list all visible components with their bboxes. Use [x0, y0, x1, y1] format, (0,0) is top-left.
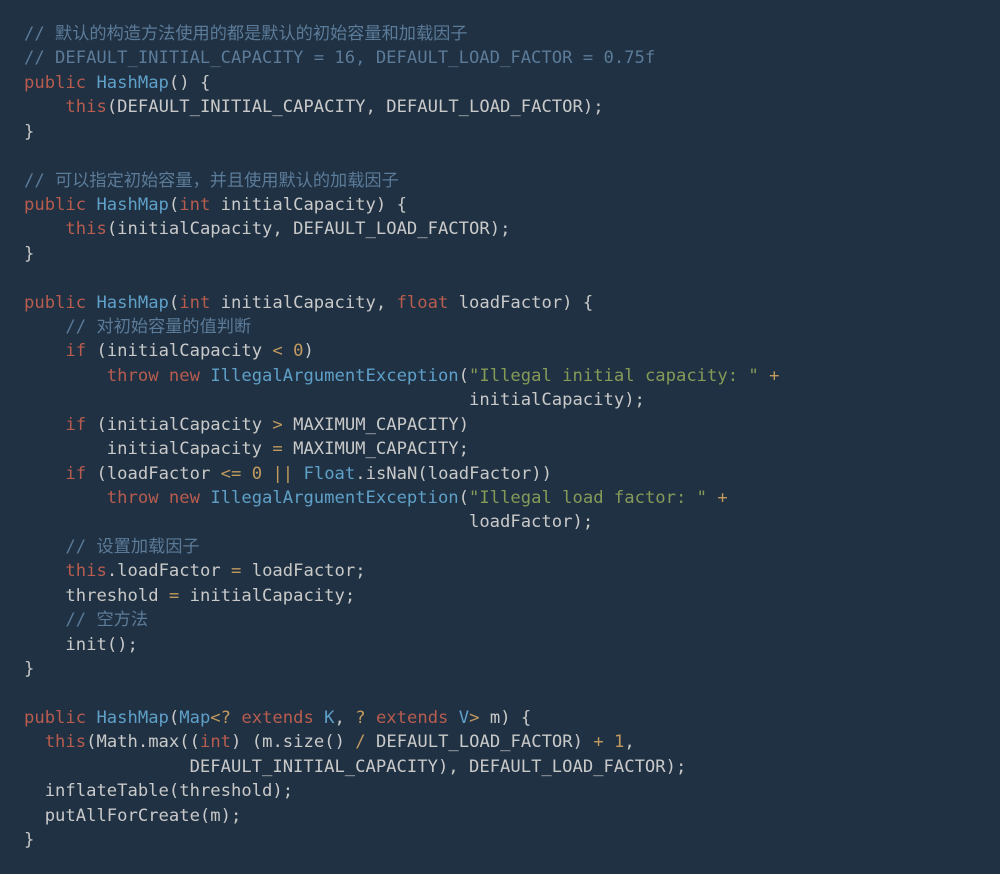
identifier: inflateTable — [45, 781, 169, 801]
identifier: initialCapacity — [221, 195, 376, 215]
string: "Illegal load factor: " — [469, 488, 707, 508]
identifier: m.size — [262, 732, 324, 752]
keyword: this — [65, 97, 106, 117]
number: 1 — [614, 732, 624, 752]
string: "Illegal initial capacity: " — [469, 366, 759, 386]
type: V — [459, 708, 469, 728]
keyword: public — [24, 73, 86, 93]
type: HashMap — [96, 73, 168, 93]
type: IllegalArgumentException — [210, 366, 458, 386]
keyword: extends — [241, 708, 313, 728]
identifier: putAllForCreate — [45, 806, 200, 826]
identifier: DEFAULT_LOAD_FACTOR — [386, 97, 583, 117]
identifier: DEFAULT_INITIAL_CAPACITY — [117, 97, 365, 117]
identifier: .isNaN — [355, 464, 417, 484]
comment-line: // 默认的构造方法使用的都是默认的初始容量和加载因子 — [24, 24, 468, 44]
comment-line: // 设置加载因子 — [65, 537, 199, 557]
operator: < — [272, 341, 282, 361]
number: 0 — [293, 341, 303, 361]
identifier: init — [65, 635, 106, 655]
identifier: Math.max — [96, 732, 179, 752]
keyword: throw — [107, 366, 159, 386]
comment-line: // 对初始容量的值判断 — [65, 317, 251, 337]
type: Map — [179, 708, 210, 728]
type: K — [324, 708, 334, 728]
keyword: if — [65, 341, 86, 361]
identifier: MAXIMUM_CAPACITY — [293, 415, 459, 435]
keyword: new — [169, 366, 200, 386]
comment-line: // DEFAULT_INITIAL_CAPACITY = 16, DEFAUL… — [24, 48, 655, 68]
comment-line: // 空方法 — [65, 610, 148, 630]
type: Float — [304, 464, 356, 484]
identifier: m — [490, 708, 500, 728]
identifier: loadFactor — [459, 293, 562, 313]
comment-line: // 可以指定初始容量，并且使用默认的加载因子 — [24, 171, 399, 191]
code-block: // 默认的构造方法使用的都是默认的初始容量和加载因子 // DEFAULT_I… — [0, 0, 1000, 874]
identifier: threshold — [65, 586, 158, 606]
